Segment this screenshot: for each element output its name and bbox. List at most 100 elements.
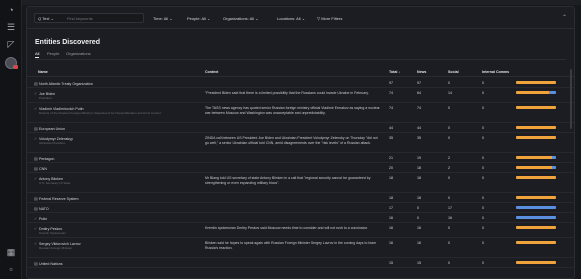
news-segment <box>516 126 556 129</box>
entities-panel: Q Text ⌄ Find keywords Time: All ⌄ Peopl… <box>26 6 575 279</box>
entity-name[interactable]: ▤North Atlantic Treaty Organization <box>34 81 93 86</box>
news-segment <box>516 166 552 169</box>
social-segment <box>516 216 556 219</box>
organizations-filter[interactable]: Organizations: All ⌄ <box>223 15 259 22</box>
search-input[interactable]: Find keywords <box>67 15 93 22</box>
col-internal[interactable]: Internal Comms <box>482 70 509 74</box>
internal-count: 0 <box>482 206 484 210</box>
news-count: 35 <box>417 136 421 140</box>
entity-context: The TASS news agency has quoted senior R… <box>205 106 380 116</box>
entity-name[interactable]: ▤United Nations <box>34 261 63 266</box>
source-mix-bar <box>516 166 556 169</box>
avatar[interactable] <box>5 57 18 69</box>
internal-count: 0 <box>482 81 484 85</box>
gauge-icon[interactable]: ◔ <box>6 5 16 15</box>
entity-name[interactable]: ▤Federal Reserve System <box>34 196 79 201</box>
entity-name[interactable]: ▤CNN <box>34 166 47 171</box>
entity-subtitle: President <box>39 96 52 100</box>
table-row[interactable]: ♂ Volodymyr Zelenskyy Ukrainian President Z… <box>27 133 574 153</box>
table-row[interactable]: ♂ Antony Blinken U.S. Secretary Of State Mr… <box>27 173 574 193</box>
social-count: 17 <box>448 206 452 210</box>
social-count: 0 <box>448 136 450 140</box>
news-count: 74 <box>417 106 421 110</box>
chat-icon[interactable]: ▫ <box>6 264 16 274</box>
news-segment <box>516 106 556 109</box>
news-count: 0 <box>417 216 419 220</box>
news-segment <box>516 136 556 139</box>
left-sidebar: ◔ ☰ ◸ ▦ ▫ <box>0 0 22 279</box>
social-count: 16 <box>448 216 452 220</box>
entity-context: Kremlin spokesman Dmitry Peskov said Mos… <box>205 226 369 230</box>
source-mix-bar <box>516 196 556 199</box>
total-count: 16 <box>389 216 393 220</box>
social-count: 2 <box>448 166 450 170</box>
news-segment <box>516 226 556 229</box>
total-count: 18 <box>389 196 393 200</box>
apps-grid-icon[interactable]: ▦ <box>6 247 16 257</box>
source-mix-bar <box>516 216 556 219</box>
bookmark-icon[interactable]: ◸ <box>6 39 16 49</box>
col-news[interactable]: News <box>417 70 426 74</box>
tab-organizations[interactable]: Organizations <box>66 51 91 56</box>
col-name[interactable]: Name <box>38 70 48 74</box>
tab-all[interactable]: All <box>35 51 40 58</box>
tab-people[interactable]: People <box>47 51 59 56</box>
table-header: Name Context Total ↓ News Social Interna… <box>27 67 574 77</box>
total-count: 74 <box>389 91 393 95</box>
table-row[interactable]: ♂ Dmitry Peskov Kremlin Spokesman Kremlin s… <box>27 223 574 238</box>
source-mix-bar <box>516 241 556 244</box>
news-count: 18 <box>417 196 421 200</box>
table-row[interactable]: ▤Pentagon 21 19 2 0 <box>27 153 574 163</box>
col-social[interactable]: Social <box>448 70 459 74</box>
table-row[interactable]: ▤CNN 20 18 2 0 <box>27 163 574 173</box>
col-context: Context <box>205 70 219 74</box>
entity-subtitle: Ukrainian President <box>39 141 66 145</box>
entity-name[interactable]: ▤European Union <box>34 126 65 131</box>
internal-count: 0 <box>482 216 484 220</box>
news-count: 97 <box>417 81 421 85</box>
sort-down-icon: ↓ <box>398 70 401 74</box>
total-count: 18 <box>389 176 393 180</box>
table-row[interactable]: ♂ Joe Biden President "President Biden said… <box>27 88 574 103</box>
entity-context: ZINDA call between US President Joe Bide… <box>205 136 378 146</box>
social-count: 14 <box>448 91 452 95</box>
people-filter[interactable]: People: All ⌄ <box>187 15 210 22</box>
table-row[interactable]: ♂ Vladimir Vladimirovich Putin Director of… <box>27 103 574 123</box>
social-count: 0 <box>448 241 450 245</box>
table-row[interactable]: ▤European Union 44 44 0 0 <box>27 123 574 133</box>
total-count: 74 <box>389 106 393 110</box>
filter-list-icon[interactable]: ☰ <box>6 22 16 32</box>
time-filter[interactable]: Time: All ⌄ <box>153 15 173 22</box>
table-row[interactable]: ♂ Sergey Viktorovich Lavrov Russian Foreig… <box>27 238 574 258</box>
table-row[interactable]: ▤Federal Reserve System 18 18 0 0 <box>27 193 574 203</box>
table-row[interactable]: ♂ Putin 16 0 16 0 <box>27 213 574 223</box>
social-count: 0 <box>448 126 450 130</box>
news-segment <box>516 241 556 244</box>
social-segment <box>548 91 556 94</box>
internal-count: 0 <box>482 226 484 230</box>
total-count: 44 <box>389 126 393 130</box>
news-count: 16 <box>417 226 421 230</box>
news-count: 0 <box>417 206 419 210</box>
locations-filter[interactable]: Locations: All ⌄ <box>277 15 305 22</box>
social-segment <box>552 166 556 169</box>
source-mix-bar <box>516 91 556 94</box>
col-total[interactable]: Total ↓ <box>389 70 400 74</box>
source-mix-bar <box>516 176 556 179</box>
entity-name[interactable]: ▤Pentagon <box>34 156 54 161</box>
search-scope-select[interactable]: Q Text ⌄ <box>38 15 54 22</box>
entity-context: Mr Blang told US secretary of state Anto… <box>205 176 371 186</box>
collapse-icon[interactable]: ⌃ <box>562 14 567 21</box>
news-count: 16 <box>417 241 421 245</box>
news-count: 44 <box>417 126 421 130</box>
table-row[interactable]: ▤North Atlantic Treaty Organization 97 97 0… <box>27 78 574 88</box>
news-segment <box>516 156 552 159</box>
total-count: 20 <box>389 166 393 170</box>
more-filters-button[interactable]: ▽ More Filters <box>317 15 342 22</box>
scrollbar[interactable] <box>570 69 572 129</box>
table-row[interactable]: ▤NATO 17 0 17 0 <box>27 203 574 213</box>
entity-name[interactable]: ♂ Putin <box>34 216 47 221</box>
entity-name[interactable]: ▤NATO <box>34 206 49 211</box>
table-row[interactable]: ▤United Nations 15 15 0 0 <box>27 258 574 268</box>
total-count: 17 <box>389 206 393 210</box>
